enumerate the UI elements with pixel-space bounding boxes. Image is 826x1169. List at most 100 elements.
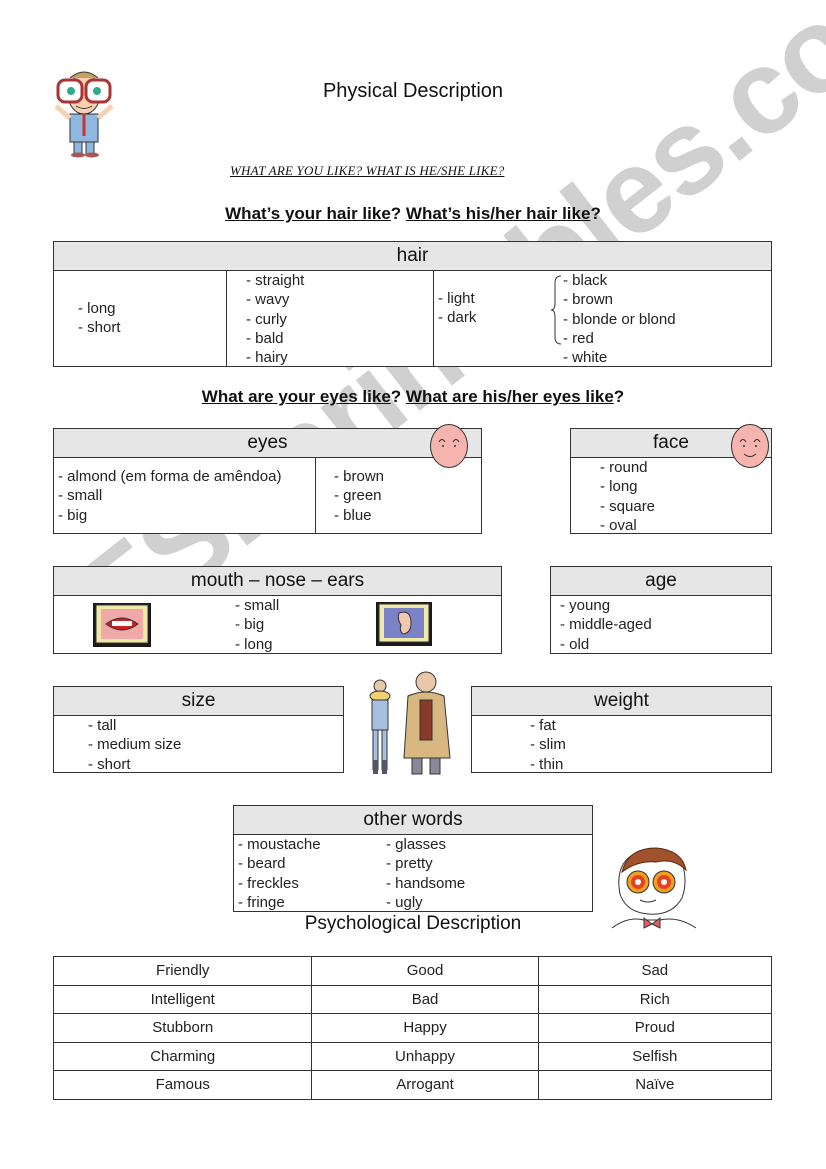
table-row: Friendly Good Sad [52,956,773,986]
eyes-question-part2: What are his/her eyes like [405,387,614,406]
list-item: - glasses [386,836,447,853]
other-words-col2: - glasses - pretty - handsome - ugly [386,835,465,913]
page-subtitle: WHAT ARE YOU LIKE? WHAT IS HE/SHE LIKE? [230,163,505,178]
table-row: Famous Arrogant Naïve [52,1070,773,1100]
table-cell: Sad [537,956,773,986]
psychological-table: Friendly Good Sad Intelligent Bad Rich Stubbor… [52,956,773,1100]
list-item: - blonde or blond [563,310,676,328]
eye-shape-list: - almond (em forma de amêndoa) - small -… [58,467,281,534]
list-item: - bald [246,329,284,347]
weight-table: weight - fat - slim - thin [471,686,772,773]
table-row: Intelligent Bad Rich [52,984,773,1014]
list-item: - almond (em forma de amêndoa) [58,468,282,485]
list-item: - green [334,487,382,505]
size-heading: size [54,687,343,716]
ear-picture-icon [375,601,433,647]
list-item: - short [88,755,131,773]
question-mark: ? [390,387,402,406]
list-item: - handsome [386,874,466,892]
table-cell: Bad [311,984,539,1014]
table-cell: Charming [52,1041,313,1071]
question-mark: ? [613,387,625,406]
table-cell: Unhappy [311,1041,539,1071]
eyes-question: What are your eyes like? What are his/he… [0,387,826,407]
table-row: Charming Unhappy Selfish [52,1041,773,1071]
table-cell: Friendly [52,956,313,986]
list-item: - tall [88,717,117,734]
list-item: - freckles [238,874,299,892]
age-heading: age [551,567,771,596]
list-item: - moustache [238,836,321,853]
page-title: Physical Description [322,80,504,102]
hair-question-part2: What’s his/her hair like [405,204,591,223]
list-item: - old [560,635,590,653]
list-item: - long [600,478,638,496]
list-item: - small [235,597,280,614]
list-item: - short [78,319,121,337]
list-item: - square [600,497,656,515]
hair-type-list: - straight - wavy - curly - bald - hairy [246,271,304,367]
table-cell: Selfish [537,1041,773,1071]
list-item: - slim [530,736,566,754]
table-cell: Intelligent [52,984,313,1014]
hair-question: What’s your hair like? What’s his/her ha… [0,204,826,224]
other-words-table: other words - moustache - beard - freckl… [233,805,593,912]
brace-icon [550,275,562,367]
list-item: - curly [246,310,287,328]
list-item: - wavy [246,291,290,309]
eyes-heading: eyes [54,429,481,458]
list-item: - brown [563,291,614,309]
list-item: - brown [334,468,385,485]
list-item: - small [58,487,103,505]
mouth-picture-icon [92,602,152,647]
table-cell: Rich [537,984,773,1014]
list-item: - pretty [386,855,433,873]
hair-question-part1: What’s your hair like [225,204,391,223]
list-item: - big [235,616,265,634]
list-item: - dark [438,309,477,327]
question-mark: ? [390,204,402,223]
psychological-title: Psychological Description [304,913,522,934]
list-item: - black [563,272,608,289]
list-item: - long [235,635,273,653]
eye-color-list: - brown - green - blue [334,467,384,534]
list-item: - thin [530,755,564,773]
table-cell: Happy [311,1013,539,1043]
list-item: - middle-aged [560,616,652,634]
list-item: - light [438,290,475,307]
hair-color-list: - black - brown - blonde or blond - red … [563,271,676,367]
hair-table: hair - long - short - straight - wavy - … [53,241,772,367]
eyes-question-part1: What are your eyes like [201,387,391,406]
hair-heading: hair [54,242,771,271]
age-table: age - young - middle-aged - old [550,566,772,654]
question-mark: ? [590,204,601,223]
list-item: - hairy [246,349,288,367]
list-item: - young [560,597,611,614]
table-cell: Good [311,956,539,986]
other-words-col1: - moustache - beard - freckles - fringe [238,835,321,913]
list-item: - medium size [88,736,182,754]
list-item: - oval [600,516,637,534]
table-cell: Proud [537,1013,773,1043]
hair-length-list: - long - short [78,299,121,367]
other-words-heading: other words [234,806,592,835]
tall-and-fat-men-icon [358,670,458,778]
table-row: Stubborn Happy Proud [52,1013,773,1043]
list-item: - white [563,349,608,367]
list-item: - ugly [386,893,423,911]
table-cell: Naïve [537,1070,773,1100]
list-item: - red [563,329,594,347]
mouth-nose-ears-table: mouth – nose – ears - small - big - long [53,566,502,654]
list-item: - fringe [238,893,285,911]
list-item: - fat [530,717,556,734]
list-item: - straight [246,272,305,289]
list-item: - blue [334,506,372,524]
mouth-nose-ears-heading: mouth – nose – ears [54,567,501,596]
eyes-table: eyes - almond (em forma de amêndoa) - sm… [53,428,482,534]
list-item: - beard [238,855,286,873]
weight-heading: weight [472,687,771,716]
table-cell: Arrogant [311,1070,539,1100]
table-cell: Famous [52,1070,313,1100]
size-table: size - tall - medium size - short [53,686,344,773]
boy-with-glasses-icon [608,842,700,930]
